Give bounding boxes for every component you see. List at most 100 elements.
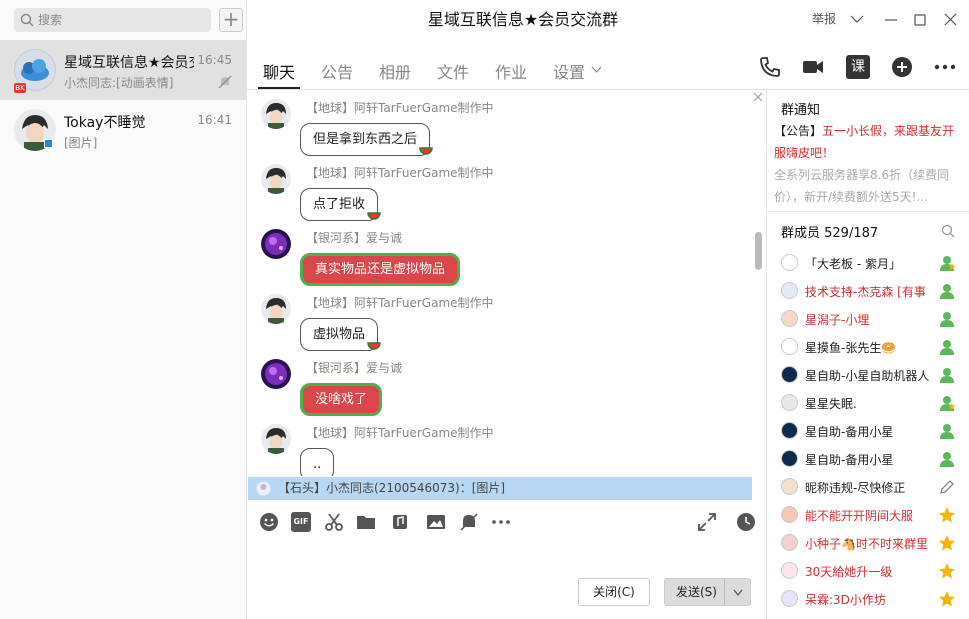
member-row[interactable]: 星星失眠. [781, 390, 969, 418]
add-button[interactable]: + [219, 8, 243, 32]
group-info-panel: 群通知 【公告】五一小长假，来跟基友开服嗨皮吧！ 全系列云服务器享8.6折（续费… [766, 90, 969, 619]
maximize-icon[interactable] [914, 14, 926, 26]
group-owner-icon [940, 256, 956, 271]
small-avatar-icon [256, 481, 271, 496]
admin-icon [940, 312, 954, 327]
avatar [261, 99, 291, 129]
chat-scrollbar[interactable] [755, 232, 762, 270]
member-row[interactable]: 星自助-备用小星 [781, 446, 969, 474]
badge: BK [14, 83, 26, 93]
send-button[interactable]: 发送(S) [664, 578, 751, 606]
new-message-notice[interactable]: 【石头】小杰同志(2100546073)：[图片] [248, 477, 752, 500]
member-name: 星自助-备用小星 [805, 425, 894, 439]
member-row[interactable]: 星潟子-小埋 [781, 306, 969, 334]
minimize-icon[interactable] [884, 14, 898, 26]
more-icon[interactable] [933, 55, 957, 79]
divider [767, 211, 969, 212]
tab-files[interactable]: 文件 [437, 59, 469, 83]
member-row[interactable]: 技术支持-杰克森 [有事 [781, 278, 969, 306]
music-icon[interactable] [390, 512, 410, 532]
avatar [261, 424, 291, 454]
member-row[interactable]: 小种子🐴时不时来群里 [781, 530, 969, 558]
mute-bell-icon [218, 75, 232, 89]
dismiss-icon[interactable] [753, 92, 763, 102]
member-row[interactable]: 星摸鱼-张先生🥯 [781, 334, 969, 362]
conversation-preview: 小杰同志:[动画表情] [64, 76, 174, 90]
conversation-name: 星域互联信息★会员交 [64, 55, 194, 71]
member-name: 星自助-备用小星 [805, 453, 894, 467]
member-search-icon[interactable] [941, 224, 955, 238]
edit-pencil-icon [940, 480, 954, 494]
gif-icon[interactable]: GIF [291, 512, 311, 532]
member-avatar [781, 562, 798, 579]
expand-icon[interactable] [697, 512, 717, 532]
member-name: 30天給她升一级 [805, 565, 893, 579]
folder-icon[interactable] [356, 512, 376, 532]
conversation-item[interactable]: BK 星域互联信息★会员交 小杰同志:[动画表情] 16:45 [0, 40, 246, 100]
message-list[interactable]: 【地球】阿轩TarFuerGame制作中 但是拿到东西之后 【地球】阿轩TarF… [247, 90, 765, 476]
more-tools-icon[interactable] [491, 512, 511, 532]
member-row[interactable]: 昵称违规-尽快修正 [781, 474, 969, 502]
conversation-name: Tokay不睡觉 [64, 115, 146, 131]
star-icon [939, 535, 955, 551]
notice-line2: 全系列云服务器享8.6折（续费同价），新开/续费额外送5天!... [774, 168, 950, 204]
title-bar: 星域互联信息★会员交流群 举报 [247, 0, 969, 40]
tab-chat[interactable]: 聊天 [263, 59, 295, 83]
message-bubble[interactable]: 真实物品还是虚拟物品 [300, 253, 461, 286]
image-icon[interactable] [426, 512, 446, 532]
settings-chevron-icon[interactable] [591, 66, 602, 74]
search-icon [20, 13, 34, 27]
phone-icon[interactable] [758, 55, 782, 79]
admin-icon [940, 424, 954, 439]
admin-icon [940, 368, 954, 383]
search-input[interactable]: 搜索 [14, 8, 211, 32]
tab-settings[interactable]: 设置 [553, 59, 585, 83]
group-notice-body[interactable]: 【公告】五一小长假，来跟基友开服嗨皮吧！ 全系列云服务器享8.6折（续费同价），… [774, 120, 960, 208]
scissors-icon[interactable] [324, 512, 344, 532]
send-label: 发送(S) [676, 585, 717, 599]
composer-toolbar: GIF [247, 500, 765, 540]
member-row[interactable]: 「大老板 - 紫月」 [781, 250, 969, 278]
add-app-icon[interactable] [890, 55, 914, 79]
video-call-icon[interactable] [801, 55, 825, 79]
chevron-down-icon[interactable] [850, 14, 864, 24]
message-bubble[interactable]: 但是拿到东西之后 [300, 123, 431, 156]
message-bubble[interactable]: 没啥戏了 [300, 383, 383, 416]
member-row[interactable]: 星自助-备用小星 [781, 418, 969, 446]
mute-notification-icon[interactable] [459, 512, 479, 532]
report-button[interactable]: 举报 [812, 10, 836, 27]
avatar [261, 164, 291, 194]
history-clock-icon[interactable] [736, 512, 756, 532]
class-button[interactable]: 课 [846, 55, 870, 79]
notice-text: 【石头】小杰同志(2100546073)：[图片] [278, 481, 506, 495]
member-avatar [781, 478, 798, 495]
member-name: 星潟子-小埋 [805, 313, 870, 327]
admin-icon [940, 340, 954, 355]
close-button[interactable]: 关闭(C) [578, 578, 650, 606]
member-avatar [781, 394, 798, 411]
member-name: 星摸鱼-张先生🥯 [805, 341, 897, 355]
message-bubble[interactable]: .. [300, 448, 335, 476]
member-name: 能不能开开阴间大服 [805, 509, 914, 523]
member-avatar [781, 422, 798, 439]
window-title: 星域互联信息★会员交流群 [427, 10, 619, 29]
member-name: 昵称违规-尽快修正 [805, 481, 906, 495]
bubble-watermelon-icon [419, 147, 433, 155]
close-icon[interactable] [944, 13, 957, 26]
member-name: 技术支持-杰克森 [有事 [805, 285, 926, 299]
member-name: 星星失眠. [805, 397, 857, 411]
member-avatar [781, 450, 798, 467]
tab-album[interactable]: 相册 [379, 59, 411, 83]
member-row[interactable]: 能不能开开阴间大服 [781, 502, 969, 530]
tab-announcement[interactable]: 公告 [321, 59, 353, 83]
member-avatar [781, 282, 798, 299]
emoji-icon[interactable] [259, 512, 279, 532]
member-row[interactable]: 30天給她升一级 [781, 558, 969, 586]
conversation-item[interactable]: Tokay不睡觉 [图片] 16:41 [0, 100, 246, 160]
star-icon [939, 507, 955, 523]
member-row[interactable]: 呆霖:3D小作坊 [781, 586, 969, 614]
send-options-chevron-icon[interactable] [724, 579, 750, 605]
tab-homework[interactable]: 作业 [495, 59, 527, 83]
member-avatar [781, 590, 798, 607]
member-row[interactable]: 星自助-小星自助机器人 [781, 362, 969, 390]
